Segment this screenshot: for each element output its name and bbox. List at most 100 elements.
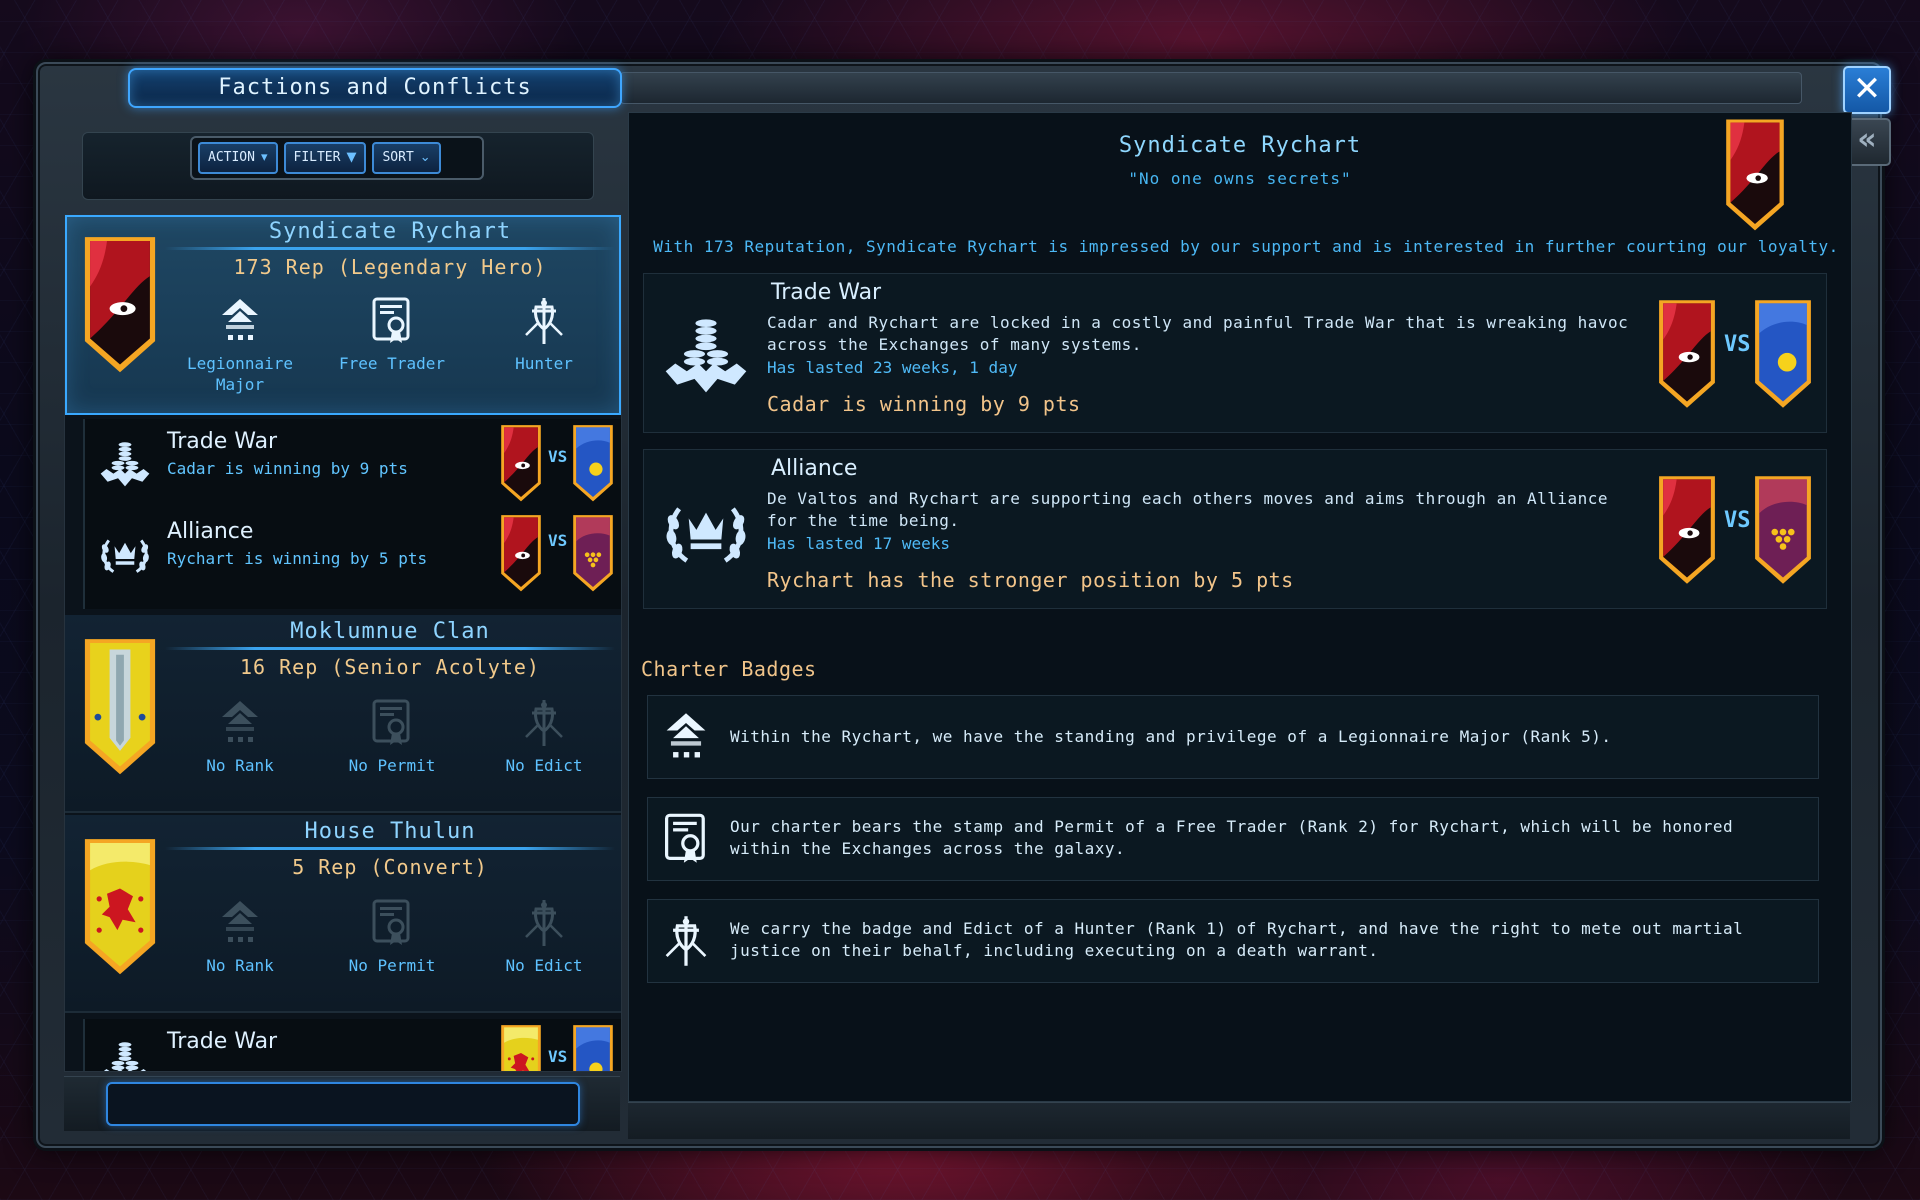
action-dropdown[interactable]: ACTION ▾ xyxy=(198,142,278,174)
trade-war-icon xyxy=(95,1033,155,1072)
trade-war-icon xyxy=(95,433,155,491)
faction-banner xyxy=(1656,298,1718,412)
faction-card-moklumnue-clan[interactable]: Moklumnue Clan 16 Rep (Senior Acolyte) N… xyxy=(65,615,621,813)
edict-icon xyxy=(518,697,570,749)
faction-name: Syndicate Rychart xyxy=(268,219,512,244)
charter-badges-heading: Charter Badges xyxy=(641,657,817,681)
close-button[interactable]: ✕ xyxy=(1843,66,1891,114)
title-strip xyxy=(620,72,1802,104)
vs-label: VS xyxy=(548,531,568,550)
charter-text: We carry the badge and Edict of a Hunter… xyxy=(730,919,1744,960)
charter-text: Our charter bears the stamp and Permit o… xyxy=(730,817,1734,858)
badge-label: No Edict xyxy=(505,956,583,975)
rank-badge[interactable]: No Rank xyxy=(175,697,305,776)
conflict-duration: Has lasted 17 weeks xyxy=(767,534,951,553)
filter-icon: ▼ xyxy=(346,150,357,165)
list-toolbar: ACTION ▾ FILTER ▼ SORT ⌄ xyxy=(190,136,484,180)
filter-label: FILTER xyxy=(293,150,341,165)
detail-motto: "No one owns secrets" xyxy=(1128,169,1352,188)
conflict-winning: Cadar is winning by 9 pts xyxy=(767,392,1081,416)
conflict-card-alliance[interactable]: Alliance De Valtos and Rychart are suppo… xyxy=(643,449,1827,609)
alliance-icon xyxy=(658,480,754,576)
charter-row-edict: We carry the badge and Edict of a Hunter… xyxy=(647,899,1819,983)
detail-footer xyxy=(628,1102,1850,1139)
rank-badge[interactable]: No Rank xyxy=(175,897,305,976)
faction-banner xyxy=(571,1023,615,1072)
conflict-title: Trade War xyxy=(167,1029,278,1054)
filter-dropdown[interactable]: FILTER ▼ xyxy=(283,142,367,174)
trade-war-icon xyxy=(658,304,754,400)
faction-reputation: 5 Rep (Convert) xyxy=(292,855,488,879)
edict-badge[interactable]: No Edict xyxy=(479,697,609,776)
permit-badge[interactable]: No Permit xyxy=(327,897,457,976)
faction-list[interactable]: Syndicate Rychart 173 Rep (Legendary Her… xyxy=(64,214,622,1072)
alliance-icon xyxy=(95,523,155,581)
faction-reputation: 16 Rep (Senior Acolyte) xyxy=(240,655,540,679)
conflict-title: Alliance xyxy=(167,519,254,544)
rank-icon xyxy=(214,697,266,749)
window-title: Factions and Conflicts xyxy=(128,68,622,108)
conflict-row-trade-war[interactable]: Trade War Cadar is winning by 9 pts VS xyxy=(85,421,621,505)
permit-badge[interactable]: Free Trader xyxy=(327,295,457,374)
conflict-list: Trade War Cadar is winning by 9 pts VS A… xyxy=(83,419,621,609)
faction-banner xyxy=(571,423,615,505)
badge-label: No Permit xyxy=(348,956,436,975)
faction-reputation: 173 Rep (Legendary Hero) xyxy=(233,255,547,279)
faction-banner xyxy=(499,513,543,595)
badge-label: Legionnaire Major xyxy=(187,354,293,394)
faction-card-house-thulun[interactable]: House Thulun 5 Rep (Convert) No Rank No … xyxy=(65,815,621,1013)
close-icon: ✕ xyxy=(1852,69,1882,109)
conflict-title: Trade War xyxy=(771,280,882,305)
charter-row-rank: Within the Rychart, we have the standing… xyxy=(647,695,1819,779)
faction-banner xyxy=(81,635,159,781)
edict-badge[interactable]: Hunter xyxy=(479,295,609,374)
chevron-down-icon: ⌄ xyxy=(419,150,431,165)
faction-name: Moklumnue Clan xyxy=(290,619,490,644)
badge-label: No Edict xyxy=(505,756,583,775)
vs-label: VS xyxy=(1724,508,1751,533)
faction-banner xyxy=(571,513,615,595)
conflict-status: Rychart is winning by 5 pts xyxy=(167,549,428,568)
badge-label: No Permit xyxy=(348,756,436,775)
edict-icon xyxy=(518,897,570,949)
faction-banner xyxy=(1752,298,1814,412)
badge-label: Free Trader xyxy=(339,354,445,373)
conflict-row-alliance[interactable]: Alliance Rychart is winning by 5 pts VS xyxy=(85,511,621,595)
edict-badge[interactable]: No Edict xyxy=(479,897,609,976)
badge-label: No Rank xyxy=(206,956,274,975)
faction-banner xyxy=(1656,474,1718,588)
charter-text: Within the Rychart, we have the standing… xyxy=(730,727,1612,746)
conflict-duration: Has lasted 23 weeks, 1 day xyxy=(767,358,1018,377)
rank-icon xyxy=(214,897,266,949)
vs-label: VS xyxy=(548,1047,568,1066)
faction-banner xyxy=(81,233,159,379)
permit-icon xyxy=(658,811,714,867)
double-chevron-left-icon: « xyxy=(1857,122,1877,157)
faction-banner xyxy=(1723,117,1787,235)
permit-icon xyxy=(366,295,418,347)
divider xyxy=(165,847,615,850)
faction-banner xyxy=(499,1023,543,1072)
rank-icon xyxy=(214,295,266,347)
faction-banner xyxy=(499,423,543,505)
rank-badge[interactable]: Legionnaire Major xyxy=(175,295,305,395)
reputation-summary: With 173 Reputation, Syndicate Rychart i… xyxy=(653,237,1839,256)
conflict-status: Cadar is winning by 9 pts xyxy=(167,459,408,478)
badge-label: Hunter xyxy=(515,354,573,373)
edict-icon xyxy=(658,913,714,969)
charter-row-permit: Our charter bears the stamp and Permit o… xyxy=(647,797,1819,881)
faction-detail-panel: Syndicate Rychart "No one owns secrets" … xyxy=(628,112,1852,1102)
divider xyxy=(165,647,615,650)
conflict-card-trade-war[interactable]: Trade War Cadar and Rychart are locked i… xyxy=(643,273,1827,433)
conflict-description: De Valtos and Rychart are supporting eac… xyxy=(767,489,1609,530)
footer-input[interactable] xyxy=(106,1082,580,1126)
permit-badge[interactable]: No Permit xyxy=(327,697,457,776)
conflict-winning: Rychart has the stronger position by 5 p… xyxy=(767,568,1294,592)
sort-dropdown[interactable]: SORT ⌄ xyxy=(372,142,441,174)
conflict-row-trade-war[interactable]: Trade War VS xyxy=(85,1021,621,1072)
faction-card-syndicate-rychart[interactable]: Syndicate Rychart 173 Rep (Legendary Her… xyxy=(65,215,621,415)
vs-label: VS xyxy=(1724,332,1751,357)
sort-label: SORT xyxy=(382,150,414,165)
divider xyxy=(165,247,615,250)
faction-banner xyxy=(1752,474,1814,588)
